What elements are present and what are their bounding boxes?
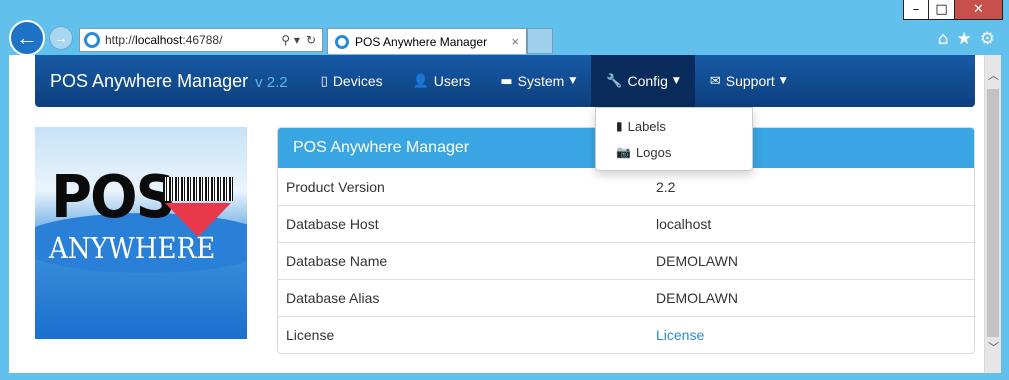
brand-name: POS Anywhere Manager xyxy=(50,70,249,91)
nav-support[interactable]: ✉ Support ▼ xyxy=(695,55,802,107)
browser-window: – □ ✕ ← → http://localhost:46788/ ⚲ ▾ ↻ … xyxy=(0,0,1009,380)
nav-system[interactable]: ▬ System ▼ xyxy=(485,55,591,107)
menu-item-logos[interactable]: 📷 Logos xyxy=(596,139,752,165)
forward-button[interactable]: → xyxy=(49,26,73,50)
logo-barcode xyxy=(163,177,233,201)
chevron-down-icon: ▼ xyxy=(569,76,577,86)
row-value: 2.2 xyxy=(656,178,676,195)
hdd-icon: ▬ xyxy=(500,73,513,89)
mobile-icon: ▯ xyxy=(320,73,328,89)
browser-tab[interactable]: POS Anywhere Manager × xyxy=(327,28,527,54)
address-url[interactable]: http://localhost:46788/ xyxy=(105,33,281,47)
row-key: Database Host xyxy=(286,216,379,232)
pos-anywhere-logo: POS ANYWHERE xyxy=(35,127,247,339)
book-icon: ▮ xyxy=(616,119,623,133)
table-row: Product Version 2.2 xyxy=(278,168,974,205)
nav-devices-label: Devices xyxy=(332,73,383,89)
page-viewport: POS Anywhere Manager v 2.2 ▯ Devices 👤 U… xyxy=(9,55,1001,373)
arrow-right-icon: → xyxy=(54,30,68,46)
scroll-up-icon[interactable]: ︿ xyxy=(985,67,1001,83)
table-row: Database Alias DEMOLAWN xyxy=(278,279,974,316)
tab-title: POS Anywhere Manager xyxy=(355,34,488,49)
url-scheme: http:// xyxy=(105,33,136,47)
nav-devices[interactable]: ▯ Devices xyxy=(306,55,398,107)
row-value: localhost xyxy=(656,216,712,232)
license-link[interactable]: License xyxy=(656,327,974,343)
home-icon[interactable]: ⌂ xyxy=(938,29,949,49)
top-navbar: POS Anywhere Manager v 2.2 ▯ Devices 👤 U… xyxy=(35,55,975,107)
table-row: Database Host localhost xyxy=(278,205,974,242)
row-key: License xyxy=(286,327,335,343)
refresh-icon[interactable]: ↻ xyxy=(306,33,316,47)
user-icon: 👤 xyxy=(412,73,429,89)
camera-icon: 📷 xyxy=(616,145,631,159)
ie-tab-icon xyxy=(335,34,349,49)
wrench-icon: 🔧 xyxy=(606,73,623,89)
nav-users[interactable]: 👤 Users xyxy=(398,55,486,107)
browser-tools: ⌂ ★ ⚙ xyxy=(938,29,995,49)
scroll-thumb[interactable] xyxy=(987,89,999,337)
ie-page-icon xyxy=(84,32,100,48)
logo-anywhere-text: ANYWHERE xyxy=(49,231,216,265)
brand-version: v 2.2 xyxy=(255,73,288,91)
nav-support-label: Support xyxy=(725,73,775,89)
search-icon[interactable]: ⚲ ▾ xyxy=(281,33,300,47)
navbar-brand[interactable]: POS Anywhere Manager v 2.2 xyxy=(50,71,288,92)
tab-close-icon[interactable]: × xyxy=(511,34,519,49)
row-key: Product Version xyxy=(286,178,385,195)
menu-item-logos-label: Logos xyxy=(635,144,672,160)
address-bar[interactable]: http://localhost:46788/ ⚲ ▾ ↻ xyxy=(79,28,323,52)
info-table: Product Version 2.2 Database Host localh… xyxy=(278,168,974,353)
favorites-star-icon[interactable]: ★ xyxy=(957,29,972,49)
envelope-icon: ✉ xyxy=(709,73,721,89)
new-tab-button[interactable] xyxy=(527,28,553,54)
window-controls: – □ ✕ xyxy=(903,0,1003,20)
nav-system-label: System xyxy=(517,73,565,89)
url-host: localhost xyxy=(135,33,183,47)
nav-config-label: Config xyxy=(627,73,668,89)
nav-users-label: Users xyxy=(433,73,471,89)
maximize-button[interactable]: □ xyxy=(929,0,955,20)
row-key: Database Alias xyxy=(286,290,380,306)
minimize-button[interactable]: – xyxy=(903,0,929,20)
table-row: Database Name DEMOLAWN xyxy=(278,242,974,279)
menu-item-labels[interactable]: ▮ Labels xyxy=(596,113,752,139)
row-value: DEMOLAWN xyxy=(656,253,738,269)
chevron-down-icon: ▼ xyxy=(779,76,787,86)
chevron-down-icon: ▼ xyxy=(672,76,680,86)
vertical-scrollbar[interactable]: ︿ ﹀ xyxy=(984,55,1001,373)
menu-item-labels-label: Labels xyxy=(627,118,666,134)
url-port: :46788/ xyxy=(182,33,223,47)
settings-gear-icon[interactable]: ⚙ xyxy=(980,29,995,49)
back-button[interactable]: ← xyxy=(9,20,45,56)
close-window-button[interactable]: ✕ xyxy=(955,0,1003,20)
row-value: DEMOLAWN xyxy=(656,290,738,306)
scroll-down-icon[interactable]: ﹀ xyxy=(985,339,1001,355)
nav-config[interactable]: 🔧 Config ▼ xyxy=(591,55,695,107)
config-dropdown-menu: ▮ Labels 📷 Logos xyxy=(595,107,753,171)
arrow-left-icon: ← xyxy=(16,25,38,50)
logo-pos-text: POS xyxy=(51,163,176,232)
table-row: License License xyxy=(278,316,974,353)
row-key: Database Name xyxy=(286,253,388,269)
